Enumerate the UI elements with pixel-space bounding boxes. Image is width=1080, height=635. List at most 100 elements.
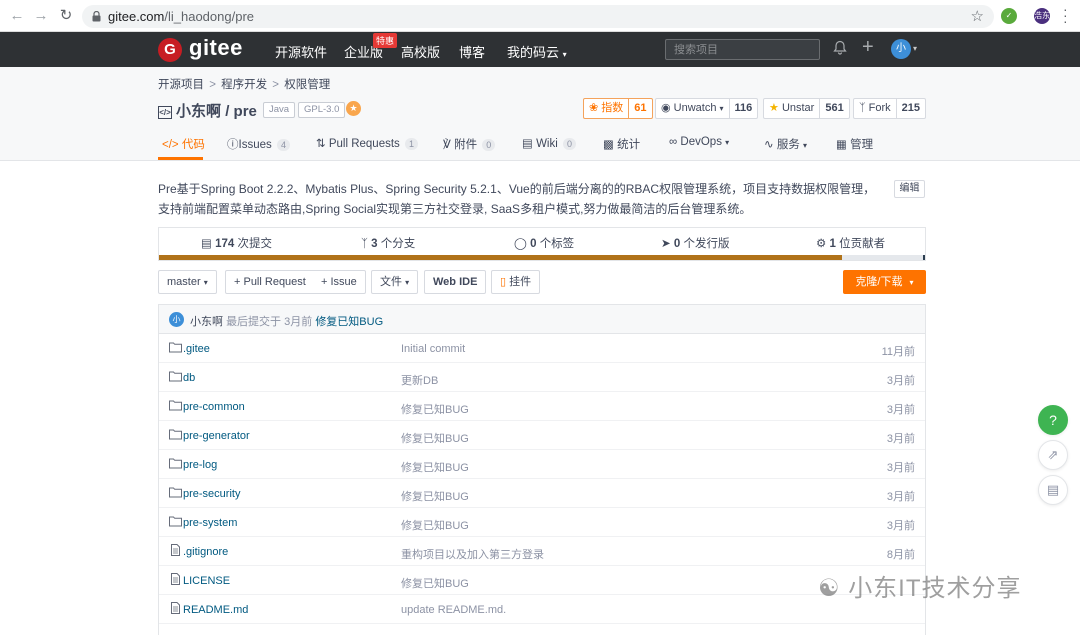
branches-stat[interactable]: ᛉ 3 个分支: [361, 235, 415, 251]
gvp-medal-icon[interactable]: ★: [346, 101, 361, 116]
branch-select[interactable]: master ▾: [158, 270, 217, 294]
address-bar[interactable]: gitee.com/li_haodong/pre ☆: [82, 5, 994, 28]
file-commit-message[interactable]: 修复已知BUG: [401, 430, 469, 446]
file-name[interactable]: pre-system: [183, 517, 237, 529]
tab-attachments[interactable]: ℣ 附件 0: [443, 136, 496, 152]
tab-pull-requests[interactable]: ⇅ Pull Requests 1: [316, 136, 419, 150]
file-name[interactable]: pre-security: [183, 488, 240, 500]
file-name[interactable]: db: [183, 372, 195, 384]
nav-blog[interactable]: 博客: [459, 42, 485, 61]
repo-icon: </>: [158, 106, 172, 119]
tab-statistics[interactable]: ▩ 统计: [603, 136, 640, 152]
tab-devops[interactable]: ∞ DevOps ▾: [669, 136, 729, 148]
language-tag[interactable]: Java: [263, 102, 296, 118]
comment-icon[interactable]: ▤: [1038, 475, 1068, 505]
bell-icon[interactable]: [833, 40, 847, 60]
gitee-logo[interactable]: gitee: [189, 35, 243, 61]
file-name[interactable]: README.md: [183, 604, 248, 616]
file-name[interactable]: .gitignore: [183, 546, 228, 558]
repo-owner[interactable]: 小东啊: [176, 103, 221, 120]
language-segment[interactable]: [923, 255, 925, 260]
nav-open-source[interactable]: 开源软件: [275, 42, 327, 61]
file-row[interactable]: pre-security 修复已知BUG 3月前: [159, 479, 925, 508]
breadcrumb-item[interactable]: 开源项目: [158, 79, 204, 91]
tags-stat[interactable]: ◯ 0 个标签: [514, 235, 574, 251]
index-button[interactable]: ❀ 指数 61: [583, 98, 653, 119]
breadcrumb-item[interactable]: 程序开发: [221, 79, 267, 91]
file-row[interactable]: db 更新DB 3月前: [159, 363, 925, 392]
help-button[interactable]: ?: [1038, 405, 1068, 435]
chevron-down-icon[interactable]: ▾: [913, 44, 917, 53]
file-commit-message[interactable]: 修复已知BUG: [401, 575, 469, 591]
browser-menu-icon[interactable]: · · ·: [1063, 2, 1068, 28]
web-ide-button[interactable]: Web IDE: [424, 270, 487, 294]
file-commit-message[interactable]: 修复已知BUG: [401, 459, 469, 475]
commits-stat[interactable]: ▤ 174 次提交: [201, 235, 272, 251]
forward-arrow-icon[interactable]: →: [33, 8, 49, 24]
bookmark-star-icon[interactable]: ☆: [971, 7, 984, 25]
plus-icon[interactable]: +: [862, 36, 874, 59]
files-dropdown[interactable]: 文件 ▾: [371, 270, 419, 294]
file-row[interactable]: pre-log 修复已知BUG 3月前: [159, 450, 925, 479]
tab-code[interactable]: </> 代码: [162, 136, 205, 152]
file-row[interactable]: pre-generator 修复已知BUG 3月前: [159, 421, 925, 450]
issue-button[interactable]: + Issue: [313, 270, 366, 294]
language-segment[interactable]: [842, 255, 924, 260]
file-name[interactable]: pre-common: [183, 401, 245, 413]
widget-button[interactable]: ▯ 挂件: [491, 270, 541, 294]
language-segment[interactable]: [159, 255, 843, 260]
file-name[interactable]: pre-generator: [183, 430, 250, 442]
nav-education[interactable]: 高校版: [401, 42, 440, 61]
file-row[interactable]: .gitee Initial commit 11月前: [159, 334, 925, 363]
tab-issues[interactable]: ⓘIssues 4: [227, 136, 290, 152]
extension-icon[interactable]: ✓: [1001, 8, 1017, 24]
search-box[interactable]: [665, 39, 820, 60]
file-row[interactable]: pre-system 修复已知BUG 3月前: [159, 508, 925, 537]
profile-avatar[interactable]: 浩东: [1034, 8, 1050, 24]
file-row[interactable]: README.md update README.md.: [159, 595, 925, 624]
reload-icon[interactable]: ↻: [58, 8, 74, 24]
search-input[interactable]: [666, 40, 819, 59]
file-commit-message[interactable]: 重构项目以及加入第三方登录: [401, 546, 544, 562]
file-commit-message[interactable]: 修复已知BUG: [401, 517, 469, 533]
contributors-stat[interactable]: ⚙ 1 位贡献者: [816, 235, 885, 251]
file-commit-message[interactable]: update README.md.: [401, 604, 506, 616]
clone-download-button[interactable]: 克隆/下载 ▾: [843, 270, 926, 294]
file-name[interactable]: LICENSE: [183, 575, 230, 587]
fork-button[interactable]: ᛉ Fork 215: [853, 98, 927, 119]
star-button[interactable]: ★ Unstar 561: [763, 98, 850, 119]
file-name[interactable]: .gitee: [183, 343, 210, 355]
user-avatar[interactable]: 小: [891, 39, 911, 59]
releases-stat[interactable]: ➤ 0 个发行版: [661, 235, 729, 251]
tab-badge: 0: [563, 138, 577, 150]
repo-name[interactable]: pre: [234, 103, 257, 120]
breadcrumb-item[interactable]: 权限管理: [284, 79, 330, 91]
license-tag[interactable]: GPL-3.0: [298, 102, 346, 118]
tab-label: Issues: [238, 139, 272, 151]
url-text: gitee.com/li_haodong/pre: [108, 9, 255, 24]
commit-message[interactable]: 修复已知BUG: [315, 316, 383, 328]
file-commit-message[interactable]: 修复已知BUG: [401, 401, 469, 417]
file-row[interactable]: .gitignore 重构项目以及加入第三方登录 8月前: [159, 537, 925, 566]
gitee-logo-icon[interactable]: G: [158, 38, 182, 62]
commit-author[interactable]: 小东啊: [190, 316, 223, 328]
tab-services[interactable]: ∿ 服务 ▾: [764, 136, 807, 152]
edit-description-button[interactable]: 编辑: [894, 180, 925, 198]
file-row[interactable]: LICENSE 修复已知BUG: [159, 566, 925, 595]
tab-manage[interactable]: ▦ 管理: [836, 136, 873, 152]
watch-button[interactable]: ◉ Unwatch ▾ 116: [655, 98, 759, 119]
file-row[interactable]: pre-common 修复已知BUG 3月前: [159, 392, 925, 421]
file-commit-message[interactable]: 更新DB: [401, 372, 438, 388]
author-avatar[interactable]: 小: [169, 312, 184, 327]
back-arrow-icon[interactable]: ←: [9, 8, 25, 24]
language-bar[interactable]: [159, 255, 925, 260]
file-commit-message[interactable]: 修复已知BUG: [401, 488, 469, 504]
pull-request-button[interactable]: + Pull Request: [225, 270, 315, 294]
breadcrumb: 开源项目 > 程序开发 > 权限管理: [158, 76, 330, 92]
share-icon[interactable]: ⇗: [1038, 440, 1068, 470]
tab-label: Pull Requests: [328, 138, 400, 150]
file-name[interactable]: pre-log: [183, 459, 217, 471]
nav-my-gitee[interactable]: 我的码云 ▾: [507, 42, 567, 61]
tab-wiki[interactable]: ▤ Wiki 0: [522, 136, 577, 150]
file-commit-message[interactable]: Initial commit: [401, 343, 465, 355]
